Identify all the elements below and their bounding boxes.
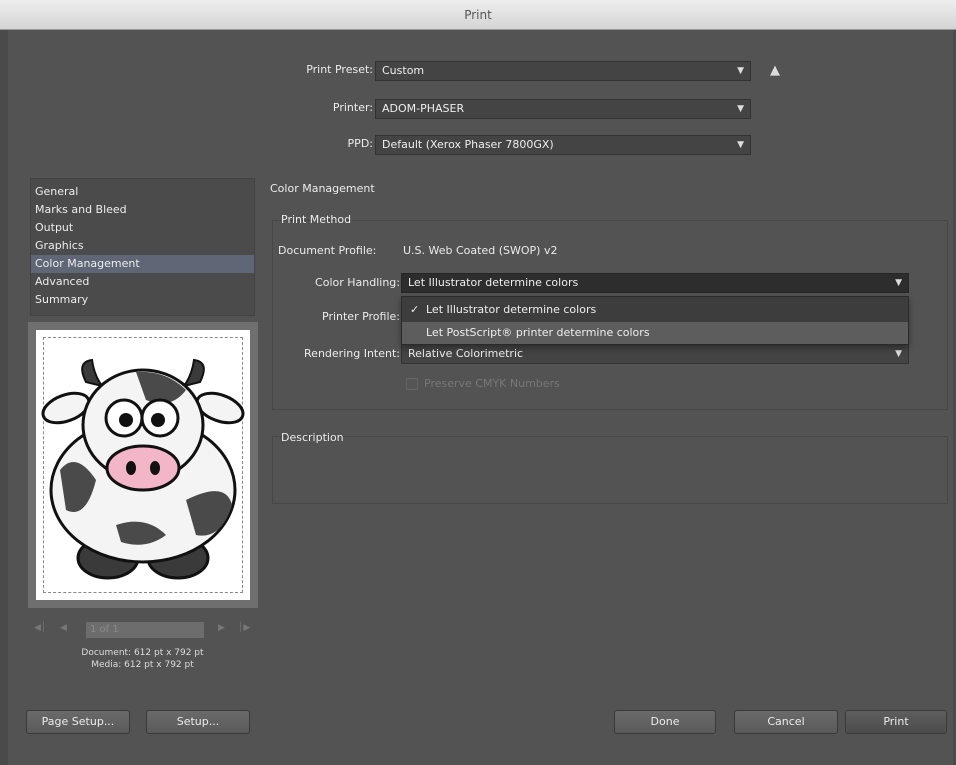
cancel-button[interactable]: Cancel [734,710,838,734]
print-button[interactable]: Print [845,710,947,734]
dropdown-arrow-icon: ▼ [737,104,744,114]
rendering-intent-select[interactable]: Relative Colorimetric ▼ [401,344,909,364]
document-profile-value: U.S. Web Coated (SWOP) v2 [403,244,558,257]
color-handling-value: Let Illustrator determine colors [408,276,579,289]
sidebar-item-graphics[interactable]: Graphics [31,237,254,255]
media-size: Media: 612 pt x 792 pt [91,660,194,670]
cow-illustration [41,358,245,580]
dropdown-arrow-icon: ▼ [895,278,902,288]
preserve-cmyk-label: Preserve CMYK Numbers [424,377,560,390]
first-page-icon[interactable]: ◀│ [34,623,46,633]
last-page-icon[interactable]: │▶ [238,623,250,633]
print-preview[interactable] [28,322,258,608]
done-button[interactable]: Done [614,710,716,734]
print-dialog: Print Preset: Custom ▼ ▲ Printer: ADOM-P… [8,30,953,765]
color-handling-label: Color Handling: [315,276,400,289]
save-preset-icon[interactable]: ▲ [766,62,784,80]
window-titlebar: Print [0,0,956,30]
option-label: Let Illustrator determine colors [426,303,597,316]
print-preset-label: Print Preset: [306,63,373,76]
rendering-intent-value: Relative Colorimetric [408,347,524,360]
preview-page [36,330,250,600]
section-title: Color Management [270,182,375,195]
sidebar-item-color-management[interactable]: Color Management [31,255,254,273]
description-group [272,436,948,504]
prev-page-icon[interactable]: ◀ [60,623,67,633]
sidebar-item-summary[interactable]: Summary [31,291,254,309]
category-list: General Marks and Bleed Output Graphics … [30,178,255,316]
color-handling-option-postscript[interactable]: Let PostScript® printer determine colors [402,322,908,344]
sidebar-item-advanced[interactable]: Advanced [31,273,254,291]
print-preset-value: Custom [382,64,425,77]
printer-select[interactable]: ADOM-PHASER ▼ [375,99,751,119]
sidebar-item-marks-and-bleed[interactable]: Marks and Bleed [31,201,254,219]
checkmark-icon: ✓ [410,303,420,316]
dropdown-arrow-icon: ▼ [737,66,744,76]
color-handling-dropdown: ✓ Let Illustrator determine colors Let P… [401,296,909,345]
print-preset-select[interactable]: Custom ▼ [375,61,751,81]
document-profile-label: Document Profile: [278,244,377,257]
printer-value: ADOM-PHASER [382,102,465,115]
print-method-title: Print Method [281,213,352,226]
ppd-value: Default (Xerox Phaser 7800GX) [382,138,554,151]
printer-profile-label: Printer Profile: [322,310,400,323]
preserve-cmyk-checkbox[interactable]: Preserve CMYK Numbers [406,377,560,390]
dropdown-arrow-icon: ▼ [895,349,902,359]
sidebar-item-general[interactable]: General [31,183,254,201]
option-label: Let PostScript® printer determine colors [426,326,650,339]
color-handling-select[interactable]: Let Illustrator determine colors ▼ [401,273,909,293]
ppd-select[interactable]: Default (Xerox Phaser 7800GX) ▼ [375,135,751,155]
document-info: Document: 612 pt x 792 pt Media: 612 pt … [30,647,255,671]
ppd-label: PPD: [347,137,373,150]
dropdown-arrow-icon: ▼ [737,140,744,150]
window-title: Print [464,8,492,22]
color-handling-option-illustrator[interactable]: ✓ Let Illustrator determine colors [402,299,908,321]
setup-button[interactable]: Setup... [146,710,250,734]
page-setup-button[interactable]: Page Setup... [26,710,130,734]
printer-label: Printer: [332,101,373,114]
checkbox-box [406,378,418,390]
description-title: Description [281,431,344,444]
page-number-field[interactable]: 1 of 1 [86,622,204,638]
rendering-intent-label: Rendering Intent: [304,347,400,360]
next-page-icon[interactable]: ▶ [218,623,225,633]
page-navigation: ◀│ ◀ 1 of 1 ▶ │▶ [30,622,255,638]
document-size: Document: 612 pt x 792 pt [81,648,204,658]
sidebar-item-output[interactable]: Output [31,219,254,237]
